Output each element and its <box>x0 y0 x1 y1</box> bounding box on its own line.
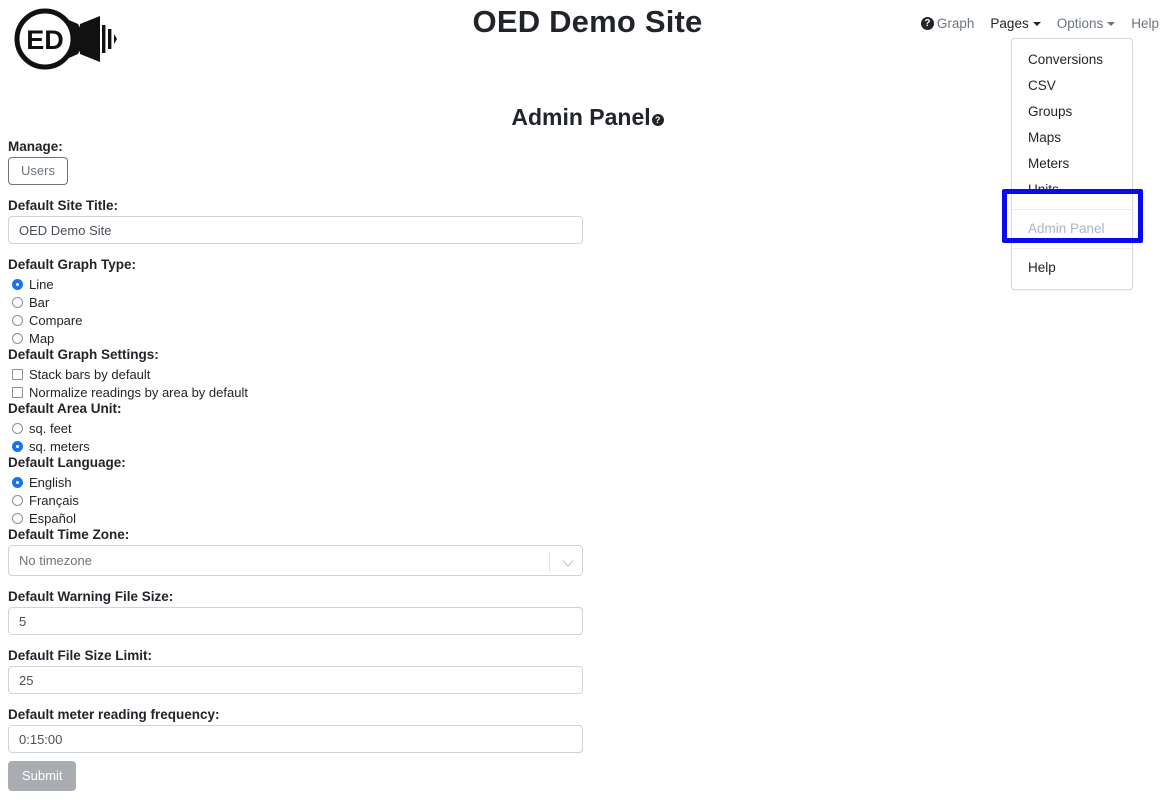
radio-language-english[interactable]: English <box>8 473 583 491</box>
radio-graph-type-compare[interactable]: Compare <box>8 311 583 329</box>
checkbox-stack-bars[interactable]: Stack bars by default <box>8 365 583 383</box>
dropdown-item-meters[interactable]: Meters <box>1012 151 1132 177</box>
timezone-select[interactable]: No timezone <box>8 545 583 576</box>
help-circle-icon[interactable] <box>920 17 934 30</box>
radio-label: Français <box>29 492 79 508</box>
dropdown-divider <box>1012 209 1132 210</box>
radio-graph-type-line[interactable]: Line <box>8 275 583 293</box>
graph-settings-label: Default Graph Settings: <box>8 347 159 362</box>
dropdown-item-units[interactable]: Units <box>1012 177 1132 203</box>
manage-users-button[interactable]: Users <box>8 157 68 185</box>
radio-icon[interactable] <box>12 278 23 290</box>
chevron-down-icon[interactable] <box>562 555 574 567</box>
radio-icon[interactable] <box>12 476 23 488</box>
dropdown-item-csv[interactable]: CSV <box>1012 73 1132 99</box>
radio-label: Line <box>29 276 54 292</box>
radio-icon[interactable] <box>12 296 23 308</box>
nav-item-pages[interactable]: Pages <box>982 14 1048 34</box>
dropdown-divider <box>1012 248 1132 249</box>
radio-area-unit-sq-meters[interactable]: sq. meters <box>8 437 583 455</box>
graph-type-label: Default Graph Type: <box>8 257 137 272</box>
radio-icon[interactable] <box>12 494 23 506</box>
panel-title: Admin Panel <box>0 104 1175 131</box>
checkbox-normalize-by-area[interactable]: Normalize readings by area by default <box>8 383 583 401</box>
top-navbar: Graph Pages Options Help <box>913 14 1167 34</box>
nav-item-help-label: Help <box>1131 16 1159 31</box>
checkbox-label: Normalize readings by area by default <box>29 384 248 400</box>
pages-dropdown-menu: Conversions CSV Groups Maps Meters Units… <box>1011 38 1133 290</box>
nav-item-options[interactable]: Options <box>1049 14 1124 34</box>
radio-label: English <box>29 474 72 490</box>
site-title-input[interactable] <box>8 216 583 244</box>
manage-label: Manage: <box>8 139 63 154</box>
timezone-label: Default Time Zone: <box>8 527 130 542</box>
nav-item-graph[interactable]: Graph <box>913 14 983 34</box>
dropdown-item-conversions[interactable]: Conversions <box>1012 47 1132 73</box>
radio-label: Compare <box>29 312 83 328</box>
radio-graph-type-map[interactable]: Map <box>8 329 583 347</box>
panel-title-text: Admin Panel <box>511 104 651 130</box>
admin-settings-form: Manage: Users Default Site Title: Defaul… <box>8 139 583 791</box>
radio-graph-type-bar[interactable]: Bar <box>8 293 583 311</box>
radio-label: sq. meters <box>29 438 90 454</box>
dropdown-item-maps[interactable]: Maps <box>1012 125 1132 151</box>
chevron-down-icon <box>1107 22 1116 26</box>
file-size-limit-input[interactable] <box>8 666 583 694</box>
radio-label: Español <box>29 510 76 526</box>
nav-item-help[interactable]: Help <box>1123 14 1167 34</box>
chevron-down-icon <box>1032 22 1041 26</box>
meter-reading-frequency-label: Default meter reading frequency: <box>8 707 220 722</box>
checkbox-icon[interactable] <box>12 386 23 398</box>
dropdown-item-admin-panel[interactable]: Admin Panel <box>1012 216 1132 242</box>
radio-area-unit-sq-feet[interactable]: sq. feet <box>8 419 583 437</box>
radio-label: Map <box>29 330 55 346</box>
checkbox-label: Stack bars by default <box>29 366 151 382</box>
meter-reading-frequency-input[interactable] <box>8 725 583 753</box>
dropdown-item-groups[interactable]: Groups <box>1012 99 1132 125</box>
submit-button[interactable]: Submit <box>8 761 77 791</box>
radio-label: Bar <box>29 294 50 310</box>
nav-item-graph-label: Graph <box>936 16 975 31</box>
radio-language-espanol[interactable]: Español <box>8 509 583 527</box>
radio-icon[interactable] <box>12 422 23 434</box>
help-circle-icon[interactable] <box>651 114 664 126</box>
radio-icon[interactable] <box>12 332 23 344</box>
timezone-select-value: No timezone <box>19 553 92 568</box>
file-size-limit-label: Default File Size Limit: <box>8 648 153 663</box>
radio-icon[interactable] <box>12 440 23 452</box>
warning-file-size-input[interactable] <box>8 607 583 635</box>
area-unit-label: Default Area Unit: <box>8 401 122 416</box>
nav-item-pages-label: Pages <box>990 16 1029 31</box>
radio-language-francais[interactable]: Français <box>8 491 583 509</box>
radio-label: sq. feet <box>29 420 72 436</box>
site-title-label: Default Site Title: <box>8 198 119 213</box>
dropdown-item-help[interactable]: Help <box>1012 255 1132 281</box>
language-label: Default Language: <box>8 455 126 470</box>
warning-file-size-label: Default Warning File Size: <box>8 589 174 604</box>
checkbox-icon[interactable] <box>12 368 23 380</box>
select-separator <box>549 552 550 571</box>
nav-item-options-label: Options <box>1056 16 1104 31</box>
radio-icon[interactable] <box>12 314 23 326</box>
radio-icon[interactable] <box>12 512 23 524</box>
